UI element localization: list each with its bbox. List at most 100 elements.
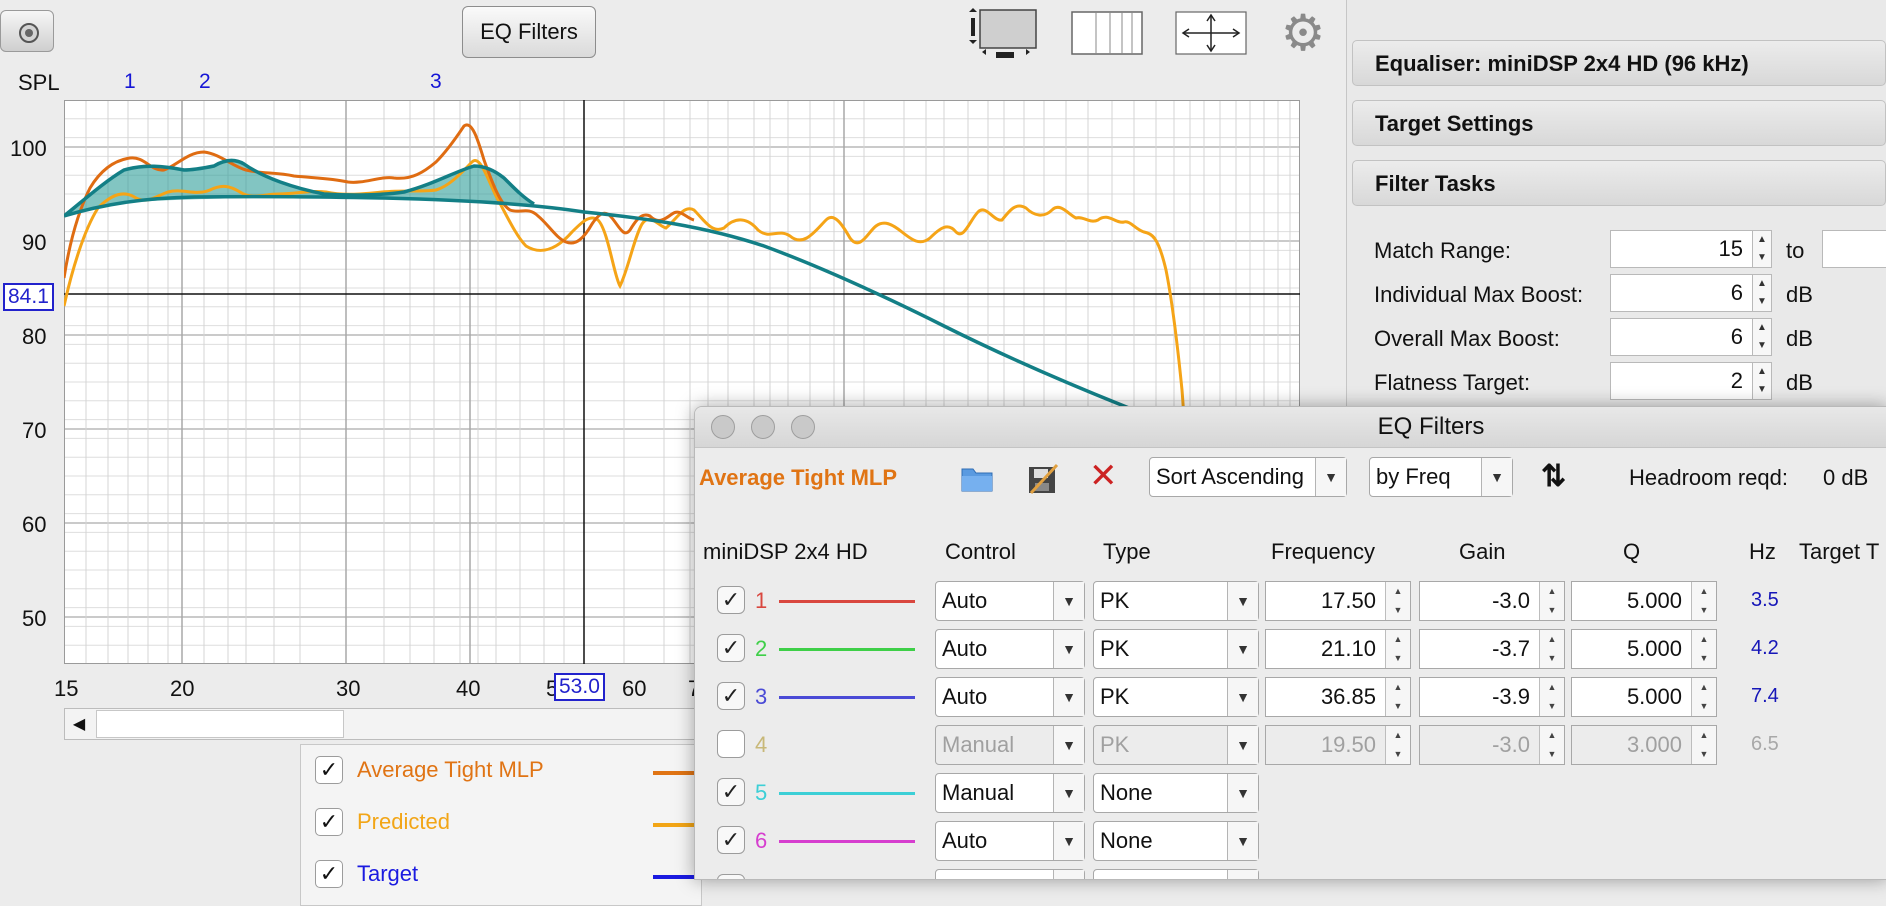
sort-order-select[interactable]: Sort Ascending ▼ (1149, 457, 1347, 497)
filter-gain-field[interactable]: -3.0 ▲ ▼ (1419, 581, 1565, 621)
filter-color-line (779, 648, 915, 651)
swap-sort-icon[interactable]: ⇅ (1541, 459, 1566, 494)
filter-frequency-field[interactable]: 21.10 ▲ ▼ (1265, 629, 1411, 669)
legend-item-target[interactable]: ✓ Target (315, 857, 418, 891)
frequency-spinner-icon[interactable]: ▲ ▼ (1385, 726, 1410, 764)
gain-spinner-icon[interactable]: ▲ ▼ (1539, 630, 1564, 668)
filter-enable-checkbox[interactable]: ✓ (717, 874, 745, 879)
equaliser-header[interactable]: Equaliser: miniDSP 2x4 HD (96 kHz) (1352, 40, 1886, 86)
filter-gain-field[interactable]: -3.0 ▲ ▼ (1419, 725, 1565, 765)
clear-filters-icon[interactable]: ✕ (1089, 459, 1118, 493)
y-axis-label: SPL (18, 70, 60, 95)
filter-q-field[interactable]: 5.000 ▲ ▼ (1571, 581, 1717, 621)
filter-gain-value: -3.0 (1492, 732, 1530, 757)
filter-type-select[interactable]: PK ▼ (1093, 629, 1259, 669)
pan-arrows-icon[interactable] (1174, 8, 1247, 56)
match-range-spinner-icon[interactable]: ▲ ▼ (1752, 230, 1772, 268)
flatness-target-spinner-icon[interactable]: ▲ ▼ (1752, 362, 1772, 400)
gear-icon[interactable]: ⚙ (1278, 8, 1328, 58)
filter-control-select[interactable]: Manual ▼ (935, 725, 1085, 765)
chevron-down-icon: ▼ (1315, 458, 1346, 496)
q-spinner-icon[interactable]: ▲ ▼ (1691, 630, 1716, 668)
chevron-down-icon: ▼ (1053, 726, 1084, 764)
layout-view-icon[interactable] (964, 8, 1037, 58)
filter-type-value: None (1100, 876, 1153, 879)
legend-checkbox-predicted[interactable]: ✓ (315, 808, 343, 836)
filter-type-select[interactable]: PK ▼ (1093, 581, 1259, 621)
overall-max-boost-field[interactable]: 6 (1610, 318, 1754, 356)
filter-enable-checkbox[interactable]: ✓ (717, 634, 745, 662)
filter-tasks-header[interactable]: Filter Tasks (1352, 160, 1886, 206)
gain-spinner-icon[interactable]: ▲ ▼ (1539, 582, 1564, 620)
filter-frequency-field[interactable]: 17.50 ▲ ▼ (1265, 581, 1411, 621)
gain-spinner-icon[interactable]: ▲ ▼ (1539, 678, 1564, 716)
filter-control-select[interactable]: Auto ▼ (935, 629, 1085, 669)
filter-control-value: Manual (942, 732, 1015, 757)
filter-enable-checkbox[interactable]: ✓ (717, 682, 745, 710)
legend-checkbox-target[interactable]: ✓ (315, 860, 343, 888)
filter-color-line (779, 744, 915, 747)
frequency-spinner-icon[interactable]: ▲ ▼ (1385, 630, 1410, 668)
x-tick-15: 15 (54, 676, 79, 701)
save-filters-icon[interactable] (1027, 463, 1059, 500)
filter-enable-checkbox[interactable]: ✓ (717, 826, 745, 854)
legend-item-measurement[interactable]: ✓ Average Tight MLP (315, 753, 544, 787)
scrollbar-thumb[interactable] (96, 710, 344, 738)
filter-frequency-field[interactable]: 19.50 ▲ ▼ (1265, 725, 1411, 765)
filter-control-value: Auto (942, 588, 988, 613)
filter-q-field[interactable]: 3.000 ▲ ▼ (1571, 725, 1717, 765)
filter-enable-checkbox[interactable]: ✓ (717, 586, 745, 614)
flatness-target-label: Flatness Target: (1374, 370, 1531, 395)
filter-color-line (779, 600, 915, 603)
flatness-target-field[interactable]: 2 (1610, 362, 1754, 400)
filter-type-select[interactable]: None ▼ (1093, 773, 1259, 813)
filter-number: 6 (755, 828, 768, 853)
filter-control-select[interactable]: Auto ▼ (935, 821, 1085, 861)
filter-type-select[interactable]: PK ▼ (1093, 725, 1259, 765)
frequency-spinner-icon[interactable]: ▲ ▼ (1385, 582, 1410, 620)
filter-enable-checkbox[interactable]: ✓ (717, 778, 745, 806)
sort-by-select[interactable]: by Freq ▼ (1369, 457, 1513, 497)
match-range-end-field[interactable] (1822, 230, 1886, 268)
filter-number: 5 (755, 780, 768, 805)
legend-checkbox-measurement[interactable]: ✓ (315, 756, 343, 784)
filter-gain-field[interactable]: -3.7 ▲ ▼ (1419, 629, 1565, 669)
window-titlebar[interactable]: EQ Filters (695, 407, 1886, 448)
filter-enable-checkbox[interactable] (717, 730, 745, 758)
overall-max-boost-spinner-icon[interactable]: ▲ ▼ (1752, 318, 1772, 356)
match-range-start-field[interactable]: 15 (1610, 230, 1754, 268)
y-tick-90: 90 (22, 230, 47, 255)
filter-q-field[interactable]: 5.000 ▲ ▼ (1571, 629, 1717, 669)
filter-control-select[interactable]: Auto ▼ (935, 869, 1085, 879)
filter-type-select[interactable]: PK ▼ (1093, 677, 1259, 717)
columns-view-icon[interactable] (1070, 8, 1143, 56)
filter-type-select[interactable]: None ▼ (1093, 869, 1259, 879)
x-tick-30: 30 (336, 676, 361, 701)
filter-q-value: 5.000 (1626, 636, 1682, 661)
legend-item-predicted[interactable]: ✓ Predicted (315, 805, 450, 839)
q-spinner-icon[interactable]: ▲ ▼ (1691, 678, 1716, 716)
filter-type-select[interactable]: None ▼ (1093, 821, 1259, 861)
chevron-down-icon: ▼ (1053, 582, 1084, 620)
target-settings-header[interactable]: Target Settings (1352, 100, 1886, 146)
open-folder-icon[interactable] (961, 463, 993, 498)
flatness-target-unit: dB (1786, 370, 1813, 395)
filter-frequency-field[interactable]: 36.85 ▲ ▼ (1265, 677, 1411, 717)
filter-control-select[interactable]: Auto ▼ (935, 581, 1085, 621)
filter-gain-field[interactable]: -3.9 ▲ ▼ (1419, 677, 1565, 717)
individual-max-boost-spinner-icon[interactable]: ▲ ▼ (1752, 274, 1772, 312)
legend-label-predicted: Predicted (357, 809, 450, 834)
filter-control-select[interactable]: Auto ▼ (935, 677, 1085, 717)
eq-filters-button[interactable]: EQ Filters (462, 6, 596, 58)
q-spinner-icon[interactable]: ▲ ▼ (1691, 726, 1716, 764)
filter-control-select[interactable]: Manual ▼ (935, 773, 1085, 813)
individual-max-boost-field[interactable]: 6 (1610, 274, 1754, 312)
eq-filters-window: EQ Filters Average Tight MLP ✕ Sort Asce… (694, 406, 1886, 880)
filter-q-field[interactable]: 5.000 ▲ ▼ (1571, 677, 1717, 717)
filter-control-value: Auto (942, 876, 987, 879)
q-spinner-icon[interactable]: ▲ ▼ (1691, 582, 1716, 620)
frequency-spinner-icon[interactable]: ▲ ▼ (1385, 678, 1410, 716)
scroll-left-arrow-icon[interactable]: ◀ (70, 714, 88, 734)
camera-icon[interactable] (0, 10, 54, 52)
gain-spinner-icon[interactable]: ▲ ▼ (1539, 726, 1564, 764)
